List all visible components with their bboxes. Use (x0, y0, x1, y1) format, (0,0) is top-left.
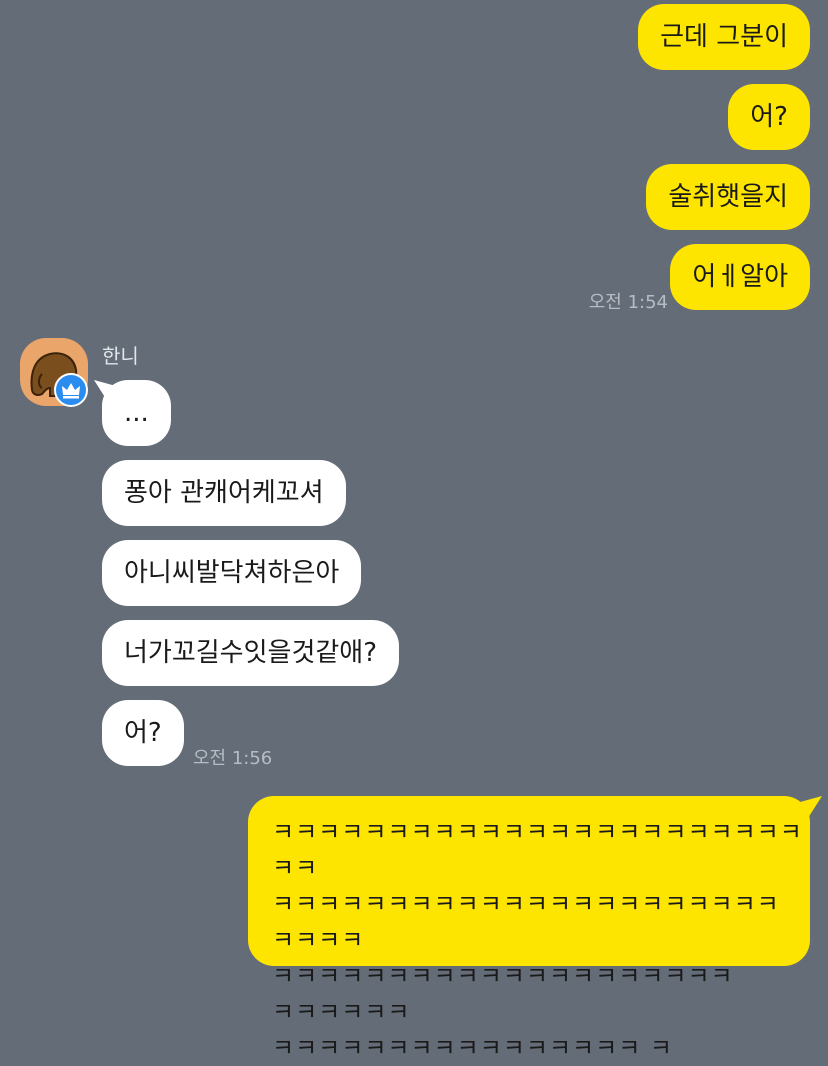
their-message-bubble[interactable]: 너가꼬길수잇을것같애? (102, 620, 400, 686)
message-text: ... (124, 398, 149, 428)
message-text: ㅋㅋㅋㅋㅋㅋㅋㅋㅋㅋㅋㅋㅋㅋㅋㅋㅋㅋㅋㅋㅋㅋㅋ ㅋㅋ ㅋㅋㅋㅋㅋㅋㅋㅋㅋㅋㅋㅋㅋ… (272, 818, 803, 1062)
message-text: 퐁아 관캐어케꼬셔 (124, 478, 324, 508)
their-message-bubble[interactable]: ... (102, 380, 171, 446)
my-message-bubble[interactable]: 근데 그분이 (638, 4, 810, 70)
their-message-bubble[interactable]: 어? (102, 700, 184, 766)
message-timestamp: 오전 1:54 (588, 292, 668, 313)
message-timestamp: 오전 1:56 (193, 748, 273, 769)
message-text: 근데 그분이 (660, 22, 788, 52)
my-message-bubble[interactable]: 술취햇을지 (646, 164, 810, 230)
sender-name: 한니 (102, 344, 139, 368)
message-text: 아니씨발닥쳐하은아 (124, 558, 340, 588)
message-text: 어ㅔ알아 (692, 262, 788, 292)
message-text: 너가꼬길수잇을것같애? (124, 638, 378, 668)
message-text: 어? (124, 718, 162, 748)
their-message-bubble[interactable]: 퐁아 관캐어케꼬셔 (102, 460, 346, 526)
message-text: 술취햇을지 (668, 182, 788, 212)
my-message-bubble[interactable]: ㅋㅋㅋㅋㅋㅋㅋㅋㅋㅋㅋㅋㅋㅋㅋㅋㅋㅋㅋㅋㅋㅋㅋ ㅋㅋ ㅋㅋㅋㅋㅋㅋㅋㅋㅋㅋㅋㅋㅋ… (248, 796, 810, 1062)
message-text: 어? (750, 102, 788, 132)
their-message-bubble[interactable]: 아니씨발닥쳐하은아 (102, 540, 362, 606)
my-message-bubble[interactable]: 어? (728, 84, 810, 150)
my-message-bubble[interactable]: 어ㅔ알아 (670, 244, 810, 310)
crown-badge-icon (54, 373, 88, 407)
